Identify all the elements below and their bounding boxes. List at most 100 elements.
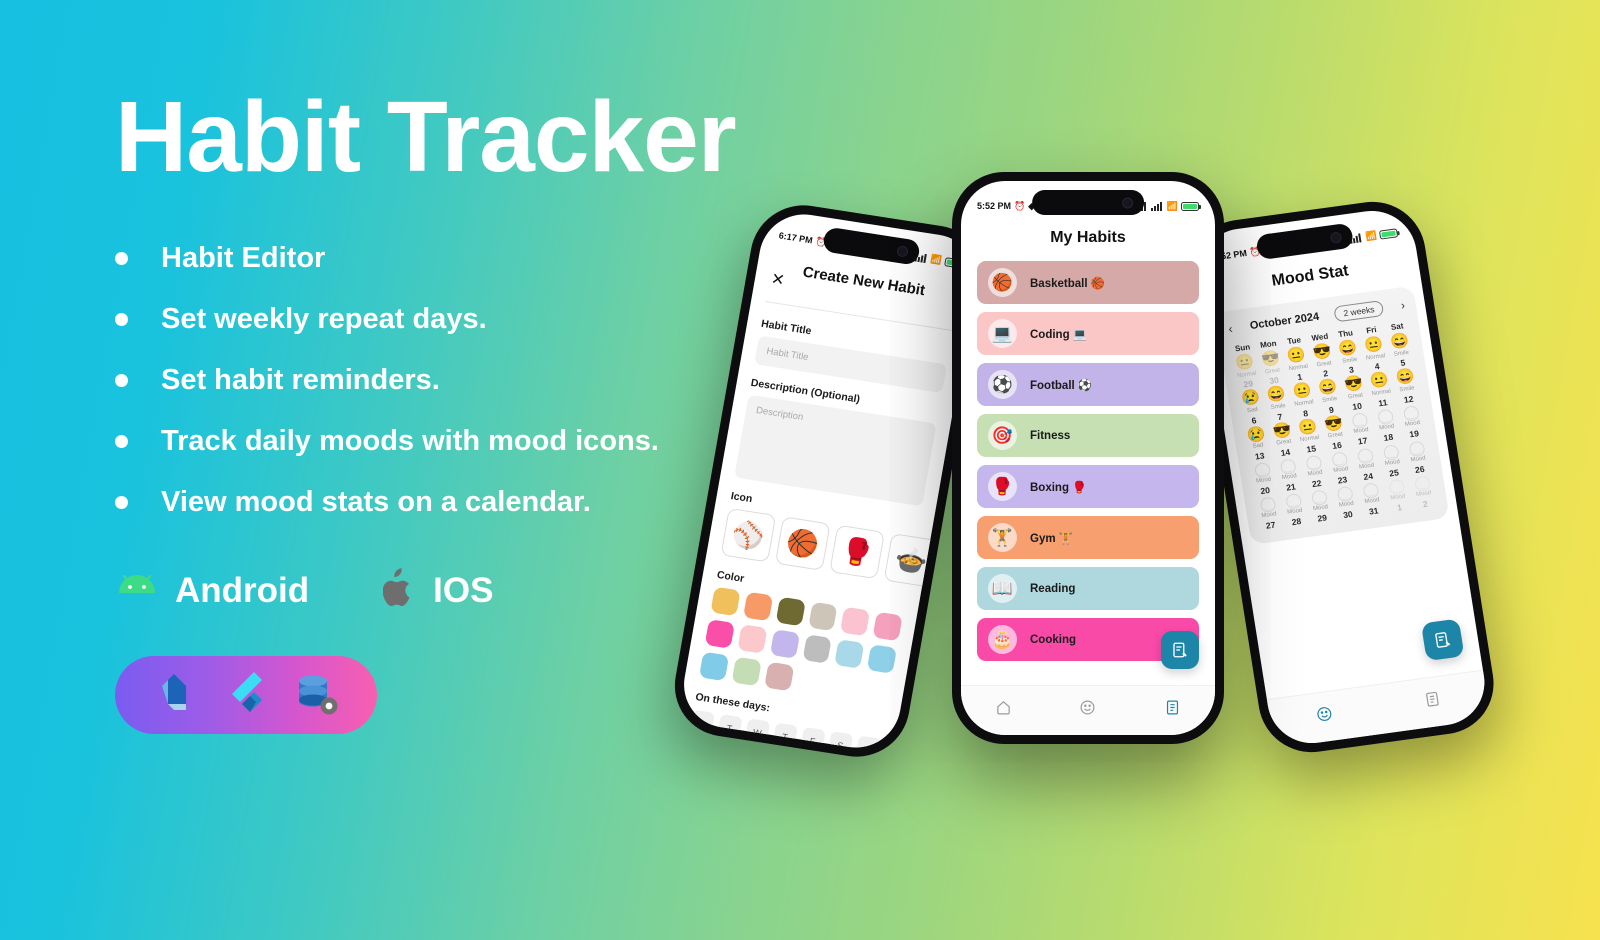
calendar-day-cell[interactable]: 😄 Smile 5 (1385, 332, 1416, 370)
mood-emoji: 😎 (1260, 349, 1282, 369)
day-number: 10 (1351, 400, 1363, 412)
habit-icon: 🏀 (988, 268, 1017, 297)
feature-label: Habit Editor (161, 242, 326, 274)
mood-emoji: 😐 (1234, 352, 1256, 373)
color-swatch[interactable] (872, 611, 903, 642)
habit-row[interactable]: 📖 Reading (977, 567, 1199, 610)
icon-option[interactable]: ⚾ (720, 507, 777, 563)
battery-icon (1378, 227, 1399, 240)
nav-habits[interactable] (1164, 699, 1181, 716)
day-number: 15 (1305, 443, 1317, 455)
bullet-icon (115, 374, 128, 387)
habit-name: Boxing 🥊 (1030, 481, 1087, 494)
habit-icon: 🎂 (988, 625, 1017, 654)
weekday-chip[interactable]: S (827, 730, 854, 754)
sqlite-database-logo (292, 670, 340, 721)
appbar-title: My Habits (1050, 229, 1126, 246)
color-swatch[interactable] (763, 661, 794, 691)
front-camera-icon (1329, 230, 1343, 244)
weekday-chip[interactable]: S (854, 734, 882, 754)
habit-icon: 🎯 (988, 421, 1017, 450)
calendar-day-cell[interactable]: Mood2 (1408, 475, 1439, 511)
day-number: 21 (1285, 481, 1297, 493)
weekday-chip[interactable]: W (744, 717, 771, 747)
chevron-left-icon[interactable]: ‹ (1225, 321, 1235, 336)
chevron-right-icon[interactable]: › (1398, 298, 1408, 313)
platform-ios: IOS (382, 567, 493, 614)
day-number: 25 (1388, 467, 1400, 479)
habit-row[interactable]: 🏋️ Gym 🏋️ (977, 516, 1199, 559)
feature-item: Set habit reminders. (115, 364, 795, 397)
bullet-icon (115, 496, 128, 509)
feature-item: View mood stats on a calendar. (115, 486, 795, 519)
color-swatch[interactable] (731, 656, 762, 686)
weekday-chip[interactable]: F (799, 726, 826, 754)
day-number: 7 (1276, 411, 1283, 422)
feature-label: Set habit reminders. (161, 364, 440, 396)
habit-row[interactable]: 🏀 Basketball 🏀 (977, 261, 1199, 304)
color-swatch[interactable] (802, 634, 833, 664)
calendar-grid[interactable]: 😐 Normal 29 😎 Great 30 😐 Normal 1 😎 Great 2 😄 Smile 3 😐… (1231, 332, 1439, 532)
feature-item: Track daily moods with mood icons. (115, 425, 795, 458)
color-swatch[interactable] (742, 591, 773, 622)
icon-option[interactable]: 🏀 (774, 516, 831, 571)
weekday-chip[interactable]: T (771, 722, 799, 752)
calendar-day-cell[interactable]: 😄 Smile 12 (1391, 368, 1422, 406)
bottom-nav (961, 685, 1215, 735)
calendar-day-cell[interactable]: Mood19 (1397, 404, 1428, 442)
mood-calendar-card: ‹ October 2024 2 weeks › Sun Mon Tue Wed Thu… (1214, 285, 1450, 546)
color-swatch[interactable] (834, 639, 865, 669)
day-number: 13 (1254, 450, 1266, 462)
feature-label: View mood stats on a calendar. (161, 486, 591, 518)
day-number: 14 (1280, 447, 1291, 459)
mood-emoji: 😢 (1240, 389, 1262, 409)
color-swatch[interactable] (840, 606, 871, 637)
color-swatch[interactable] (699, 651, 730, 681)
day-number: 28 (1290, 516, 1302, 528)
habit-row[interactable]: 💻 Coding 💻 (977, 312, 1199, 355)
page-title: Habit Tracker (115, 81, 737, 193)
icon-option[interactable]: 🍲 (883, 533, 940, 588)
new-habit-fab[interactable] (1161, 631, 1199, 669)
bullet-icon (115, 313, 128, 326)
habit-icon: 🥊 (988, 472, 1017, 501)
new-mood-fab[interactable] (1420, 618, 1465, 662)
day-number: 26 (1414, 464, 1426, 476)
day-number: 8 (1302, 407, 1309, 419)
color-swatch[interactable] (737, 623, 768, 654)
wifi-icon: 📶 (1166, 200, 1178, 211)
color-swatch[interactable] (769, 629, 800, 659)
habit-icon: ⚽ (988, 370, 1017, 399)
feature-list: Habit Editor Set weekly repeat days. Set h… (115, 242, 795, 519)
habit-icon: 💻 (988, 319, 1017, 348)
color-swatch[interactable] (710, 586, 741, 617)
day-number: 31 (1368, 505, 1380, 517)
nav-habits[interactable] (1423, 690, 1443, 709)
mood-emoji: 😢 (1245, 425, 1267, 445)
feature-item: Set weekly repeat days. (115, 303, 795, 336)
habit-row[interactable]: 🥊 Boxing 🥊 (977, 465, 1199, 508)
habit-row[interactable]: ⚽ Football ⚽ (977, 363, 1199, 406)
day-number: 2 (1422, 498, 1429, 510)
color-swatch[interactable] (704, 618, 735, 649)
nav-home[interactable] (995, 699, 1012, 716)
weekday-chip[interactable]: T (716, 713, 743, 743)
calendar-month-label: October 2024 (1249, 310, 1320, 333)
bullet-icon (115, 435, 128, 448)
habit-name: Gym 🏋️ (1030, 532, 1074, 545)
bottom-nav (1266, 669, 1491, 749)
nav-mood[interactable] (1079, 699, 1096, 716)
calendar-day-cell[interactable]: Mood26 (1403, 440, 1434, 476)
close-icon[interactable]: ✕ (770, 271, 786, 290)
icon-option[interactable]: 🥊 (829, 524, 885, 580)
feature-item: Habit Editor (115, 242, 795, 275)
color-swatch[interactable] (775, 596, 806, 627)
habit-list: 🏀 Basketball 🏀 💻 Coding 💻 ⚽ Football ⚽ 🎯 Fitnes… (961, 261, 1215, 683)
day-number: 23 (1337, 474, 1348, 486)
nav-mood[interactable] (1315, 704, 1335, 723)
color-swatch[interactable] (807, 601, 838, 632)
habit-row[interactable]: 🎯 Fitness (977, 414, 1199, 457)
color-swatch[interactable] (866, 644, 898, 674)
habit-name: Football ⚽ (1030, 379, 1093, 392)
range-chip[interactable]: 2 weeks (1333, 299, 1385, 323)
